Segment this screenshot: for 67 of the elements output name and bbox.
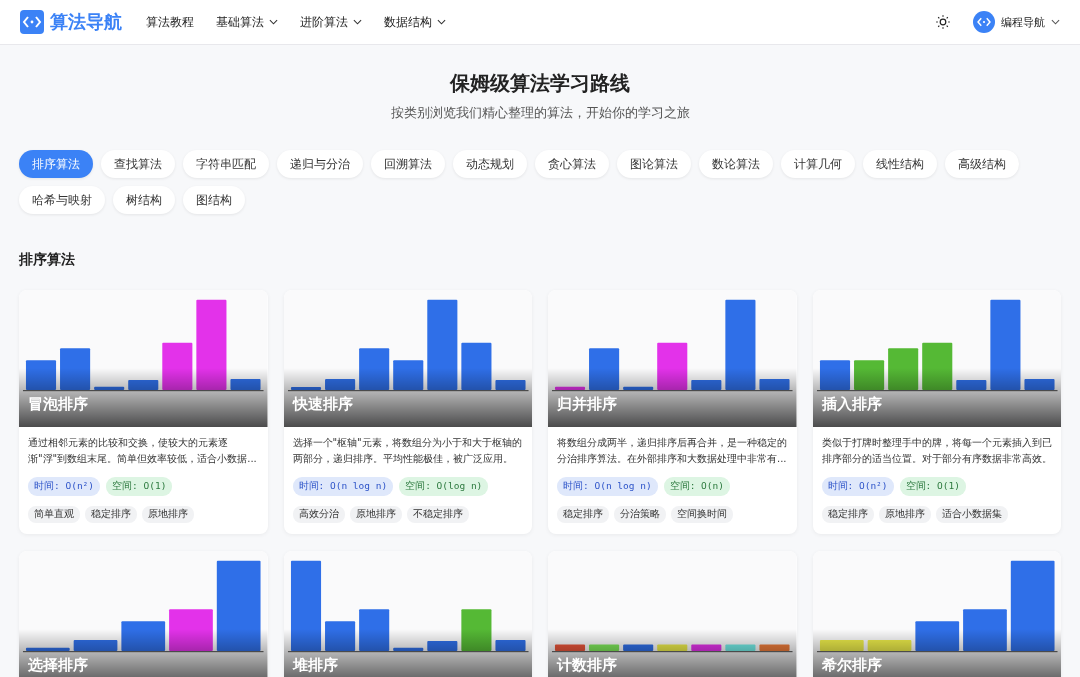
tag: 稳定排序 <box>821 506 874 523</box>
tag: 原地排序 <box>878 506 931 523</box>
category-tab[interactable]: 字符串匹配 <box>183 150 269 178</box>
category-tab[interactable]: 计算几何 <box>781 150 855 178</box>
space-complexity-badge: 空间: O(n) <box>663 477 730 496</box>
card-title: 选择排序 <box>28 656 88 675</box>
card-title: 堆排序 <box>292 656 338 675</box>
category-tab[interactable]: 树结构 <box>113 186 175 214</box>
tag: 简单直观 <box>28 506 80 523</box>
section-title: 排序算法 <box>19 250 76 268</box>
avatar-icon[interactable] <box>973 11 995 33</box>
category-tab[interactable]: 高级结构 <box>945 150 1019 178</box>
category-tab[interactable]: 查找算法 <box>101 150 175 178</box>
space-complexity-badge: 空间: O(1) <box>106 477 173 496</box>
algorithm-card[interactable]: 归并排序 将数组分成两半，递归排序后再合并，是一种稳定的分治排序算法。在外部排序和大数据处理中非常有... 时间: O(n log n) 空间: O(n) 稳定排序 分治策略 空间换时间 <box>548 290 797 534</box>
space-complexity-badge: 空间: O(log n) <box>399 477 489 496</box>
tag: 分治策略 <box>614 506 666 523</box>
card-description: 通过相邻元素的比较和交换，使较大的元素逐渐"浮"到数组末尾。简单但效率较低，适合小数据... <box>28 436 258 466</box>
category-tab[interactable]: 排序算法 <box>19 150 93 178</box>
page-title: 保姆级算法学习路线 <box>449 70 631 97</box>
category-tab[interactable]: 线性结构 <box>863 150 937 178</box>
chevron-down-icon[interactable] <box>437 19 446 25</box>
card-title: 插入排序 <box>821 395 882 414</box>
space-complexity-badge: 空间: O(1) <box>899 477 966 496</box>
theme-toggle-icon[interactable] <box>935 14 951 30</box>
category-tab[interactable]: 图论算法 <box>617 150 691 178</box>
tag: 不稳定排序 <box>406 506 469 523</box>
category-tab[interactable]: 回溯算法 <box>371 150 445 178</box>
card-title: 冒泡排序 <box>28 395 88 414</box>
time-complexity-badge: 时间: O(n²) <box>821 477 894 496</box>
card-title: 快速排序 <box>292 395 353 414</box>
category-tab[interactable]: 哈希与映射 <box>19 186 105 214</box>
user-menu[interactable]: 编程导航 <box>1001 14 1060 30</box>
category-tab[interactable]: 动态规划 <box>453 150 527 178</box>
tag: 空间换时间 <box>671 506 733 523</box>
chevron-down-icon[interactable] <box>269 19 278 25</box>
algorithm-card[interactable]: 快速排序 选择一个"枢轴"元素，将数组分为小于和大于枢轴的两部分，递归排序。平均性能极佳，被广泛应用。 时间: O(n log n) 空间: O(log n) 高效分治 原地排序 不稳定排序 <box>283 290 532 534</box>
tag: 稳定排序 <box>85 506 137 523</box>
tag: 原地排序 <box>349 506 402 523</box>
nav-link[interactable]: 算法教程 <box>146 13 194 31</box>
nav-link[interactable]: 基础算法 <box>216 13 278 31</box>
chevron-down-icon[interactable] <box>353 19 362 25</box>
logo-text[interactable]: 算法导航 <box>50 10 122 34</box>
logo-icon <box>20 10 44 34</box>
time-complexity-badge: 时间: O(n²) <box>28 477 101 496</box>
chevron-down-icon[interactable] <box>1051 19 1060 25</box>
tag: 稳定排序 <box>557 506 609 523</box>
card-description: 类似于打牌时整理手中的牌，将每一个元素插入到已排序部分的适当位置。对于部分有序数据非常高效。 <box>821 436 1053 466</box>
algorithm-card[interactable]: 冒泡排序 通过相邻元素的比较和交换，使较大的元素逐渐"浮"到数组末尾。简单但效率较低，适合小数据... 时间: O(n²) 空间: O(1) 简单直观 稳定排序 原地排序 <box>19 290 268 534</box>
card-title: 归并排序 <box>557 395 617 414</box>
card-title: 计数排序 <box>557 656 617 675</box>
tag: 适合小数据集 <box>935 506 1008 523</box>
category-tab[interactable]: 递归与分治 <box>277 150 363 178</box>
page-subtitle: 按类别浏览我们精心整理的算法，开始你的学习之旅 <box>389 105 691 122</box>
time-complexity-badge: 时间: O(n log n) <box>292 477 394 496</box>
card-title: 希尔排序 <box>821 656 882 675</box>
algorithm-card[interactable]: 插入排序 类似于打牌时整理手中的牌，将每一个元素插入到已排序部分的适当位置。对于部分有序数据非常高效。 时间: O(n²) 空间: O(1) 稳定排序 原地排序 适合小数据集 <box>812 290 1061 534</box>
category-tab[interactable]: 图结构 <box>183 186 245 214</box>
nav-link[interactable]: 进阶算法 <box>300 13 362 31</box>
nav-link[interactable]: 数据结构 <box>384 13 446 31</box>
card-description: 将数组分成两半，递归排序后再合并，是一种稳定的分治排序算法。在外部排序和大数据处理中非常有... <box>557 436 788 466</box>
time-complexity-badge: 时间: O(n log n) <box>557 477 658 496</box>
category-tab[interactable]: 数论算法 <box>699 150 773 178</box>
tag: 原地排序 <box>142 506 194 523</box>
tag: 高效分治 <box>292 506 345 523</box>
card-description: 选择一个"枢轴"元素，将数组分为小于和大于枢轴的两部分，递归排序。平均性能极佳，被广泛应用。 <box>292 436 523 466</box>
category-tab[interactable]: 贪心算法 <box>535 150 609 178</box>
